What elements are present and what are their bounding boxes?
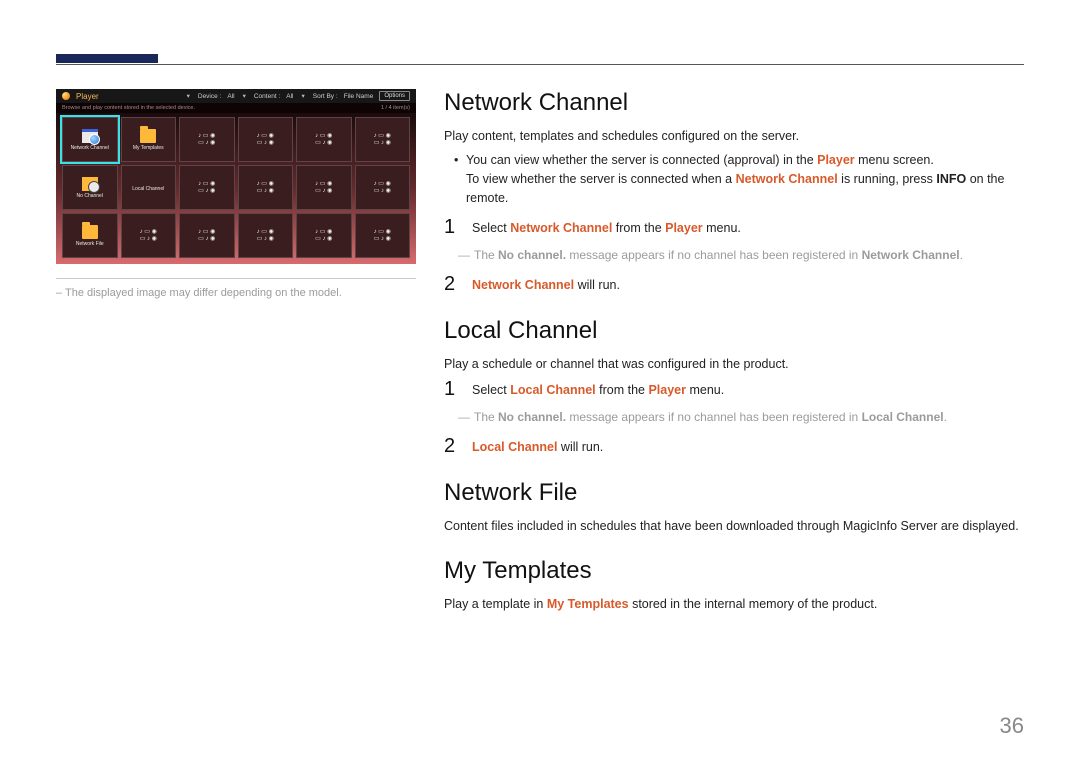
nc-step-1: 1 Select Network Channel from the Player…: [444, 217, 1024, 238]
player-header: Player ▾ Device : All ▾ Content : All ▾ …: [56, 89, 416, 103]
page-number: 36: [1000, 713, 1024, 739]
nc-bullet-1: You can view whether the server is conne…: [466, 151, 1024, 207]
nc-step-2: 2 Network Channel will run.: [444, 274, 1024, 295]
player-tile: ♪ ▭ ◉▭ ♪ ◉: [296, 117, 352, 162]
player-tile: ♪ ▭ ◉▭ ♪ ◉: [296, 213, 352, 258]
heading-network-file: Network File: [444, 479, 1024, 507]
term-player: Player: [817, 153, 855, 167]
player-tile: ♪ ▭ ◉▭ ♪ ◉: [179, 165, 235, 210]
player-grid: Network ChannelMy Templates♪ ▭ ◉▭ ♪ ◉♪ ▭…: [56, 113, 416, 264]
browse-text: Browse and play content stored in the se…: [62, 105, 195, 111]
sort-label: Sort By :: [313, 93, 338, 100]
lc-note: The No channel. message appears if no ch…: [444, 408, 1024, 426]
player-tile: Network Channel: [62, 117, 118, 162]
player-tile: No Channel: [62, 165, 118, 210]
player-tile: ♪ ▭ ◉▭ ♪ ◉: [355, 117, 411, 162]
step-number: 1: [444, 217, 458, 238]
heading-my-templates: My Templates: [444, 557, 1024, 585]
player-tile: Local Channel: [121, 165, 177, 210]
player-tile: Network File: [62, 213, 118, 258]
lc-intro: Play a schedule or channel that was conf…: [444, 355, 1024, 373]
player-tile: ♪ ▭ ◉▭ ♪ ◉: [179, 213, 235, 258]
player-tile: ♪ ▭ ◉▭ ♪ ◉: [238, 117, 294, 162]
lc-step-1: 1 Select Local Channel from the Player m…: [444, 379, 1024, 400]
chevron-down-icon: ▾: [187, 92, 190, 100]
player-title: Player: [76, 92, 99, 101]
heading-local-channel: Local Channel: [444, 317, 1024, 345]
content-label: Content :: [254, 93, 280, 100]
player-tile: ♪ ▭ ◉▭ ♪ ◉: [179, 117, 235, 162]
chevron-down-icon: ▾: [301, 92, 304, 100]
term-network-channel: Network Channel: [736, 172, 838, 186]
chevron-down-icon: ▾: [243, 92, 246, 100]
step-number: 1: [444, 379, 458, 400]
player-tile: ♪ ▭ ◉▭ ♪ ◉: [296, 165, 352, 210]
term-info: INFO: [936, 172, 966, 186]
player-tile: ♪ ▭ ◉▭ ♪ ◉: [238, 165, 294, 210]
player-tile: ♪ ▭ ◉▭ ♪ ◉: [355, 165, 411, 210]
item-count: 1 / 4 item(s): [381, 105, 410, 111]
device-value: All: [227, 93, 234, 100]
player-screenshot: Player ▾ Device : All ▾ Content : All ▾ …: [56, 89, 416, 264]
player-tile: ♪ ▭ ◉▭ ♪ ◉: [121, 213, 177, 258]
player-orb-icon: [62, 92, 70, 100]
step-number: 2: [444, 274, 458, 295]
step-number: 2: [444, 436, 458, 457]
lc-step-2: 2 Local Channel will run.: [444, 436, 1024, 457]
accent-bar: [56, 54, 158, 63]
player-tile: My Templates: [121, 117, 177, 162]
right-column: Network Channel Play content, templates …: [444, 89, 1024, 619]
top-divider: [56, 64, 1024, 65]
mt-intro: Play a template in My Templates stored i…: [444, 595, 1024, 613]
player-tile: ♪ ▭ ◉▭ ♪ ◉: [238, 213, 294, 258]
options-button: Options: [379, 91, 410, 101]
screenshot-footnote: – The displayed image may differ dependi…: [56, 278, 416, 299]
left-column: Player ▾ Device : All ▾ Content : All ▾ …: [56, 89, 416, 619]
content-value: All: [286, 93, 293, 100]
player-tile: ♪ ▭ ◉▭ ♪ ◉: [355, 213, 411, 258]
heading-network-channel: Network Channel: [444, 89, 1024, 117]
nc-intro: Play content, templates and schedules co…: [444, 127, 1024, 145]
nc-note: The No channel. message appears if no ch…: [444, 246, 1024, 264]
sort-value: File Name: [344, 93, 374, 100]
device-label: Device :: [198, 93, 221, 100]
nf-intro: Content files included in schedules that…: [444, 517, 1024, 535]
player-subheader: Browse and play content stored in the se…: [56, 103, 416, 113]
